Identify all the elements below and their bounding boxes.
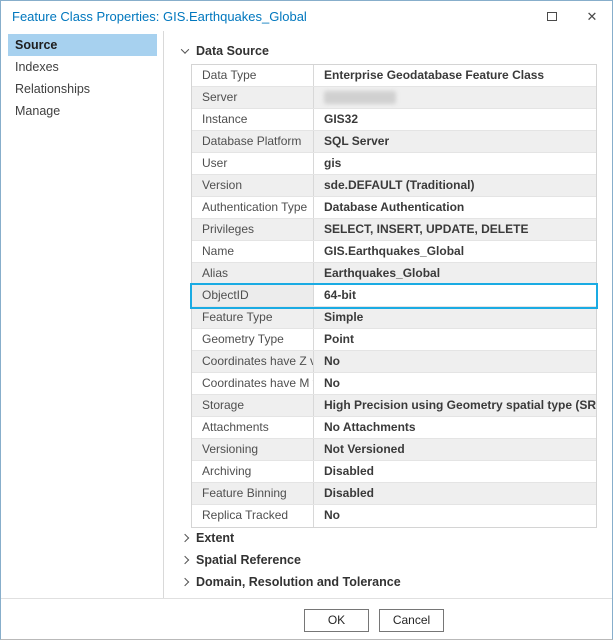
row-value: SELECT, INSERT, UPDATE, DELETE — [314, 219, 596, 240]
chevron-right-icon — [181, 556, 189, 564]
chevron-down-icon — [181, 45, 189, 53]
row-label: Versioning — [192, 439, 314, 460]
row-value: GIS32 — [314, 109, 596, 130]
row-label: Privileges — [192, 219, 314, 240]
row-value: Disabled — [314, 461, 596, 482]
row-label: Server — [192, 87, 314, 108]
row-value: GIS.Earthquakes_Global — [314, 241, 596, 262]
table-row[interactable]: Usergis — [192, 153, 596, 175]
ok-button[interactable]: OK — [304, 609, 369, 632]
row-label: Version — [192, 175, 314, 196]
close-button[interactable]: ✕ — [572, 1, 612, 31]
sidebar-item-relationships[interactable]: Relationships — [8, 78, 157, 100]
section-label: Spatial Reference — [196, 553, 301, 567]
dialog-title: Feature Class Properties: GIS.Earthquake… — [1, 9, 307, 24]
data-source-table: Data TypeEnterprise Geodatabase Feature … — [191, 64, 597, 528]
row-label: Alias — [192, 263, 314, 284]
close-icon: ✕ — [587, 10, 598, 23]
row-label: Database Platform — [192, 131, 314, 152]
row-value: Database Authentication — [314, 197, 596, 218]
row-value: No — [314, 373, 596, 394]
row-label: Coordinates have M value — [192, 373, 314, 394]
row-value: sde.DEFAULT (Traditional) — [314, 175, 596, 196]
table-row[interactable]: Geometry TypePoint — [192, 329, 596, 351]
row-label: ObjectID — [192, 285, 314, 306]
row-label: Attachments — [192, 417, 314, 438]
section-data-source[interactable]: Data Source — [182, 41, 269, 61]
table-row[interactable]: StorageHigh Precision using Geometry spa… — [192, 395, 596, 417]
row-value: High Precision using Geometry spatial ty… — [314, 395, 596, 416]
row-value: No — [314, 505, 596, 527]
table-row[interactable]: Database PlatformSQL Server — [192, 131, 596, 153]
row-label: Replica Tracked — [192, 505, 314, 527]
row-label: Coordinates have Z value — [192, 351, 314, 372]
row-value: Earthquakes_Global — [314, 263, 596, 284]
row-value: No — [314, 351, 596, 372]
redacted-value — [324, 91, 396, 104]
chevron-right-icon — [181, 534, 189, 542]
row-value: Simple — [314, 307, 596, 328]
row-label: Name — [192, 241, 314, 262]
row-value: gis — [314, 153, 596, 174]
row-value: No Attachments — [314, 417, 596, 438]
table-row[interactable]: Versionsde.DEFAULT (Traditional) — [192, 175, 596, 197]
table-row[interactable]: Feature BinningDisabled — [192, 483, 596, 505]
row-value: Not Versioned — [314, 439, 596, 460]
sidebar-item-source[interactable]: Source — [8, 34, 157, 56]
row-label: Storage — [192, 395, 314, 416]
table-row[interactable]: PrivilegesSELECT, INSERT, UPDATE, DELETE — [192, 219, 596, 241]
table-row[interactable]: NameGIS.Earthquakes_Global — [192, 241, 596, 263]
main-content: Data Source Data TypeEnterprise Geodatab… — [165, 31, 612, 598]
row-label: Feature Binning — [192, 483, 314, 504]
section-extent[interactable]: Extent — [182, 528, 234, 548]
row-value: 64-bit — [314, 285, 596, 306]
sidebar: SourceIndexesRelationshipsManage — [1, 31, 164, 598]
row-value — [314, 87, 596, 108]
row-label: Data Type — [192, 65, 314, 86]
table-row[interactable]: Server — [192, 87, 596, 109]
table-row[interactable]: ObjectID64-bit — [192, 285, 596, 307]
table-row[interactable]: Feature TypeSimple — [192, 307, 596, 329]
row-value: SQL Server — [314, 131, 596, 152]
table-row[interactable]: ArchivingDisabled — [192, 461, 596, 483]
footer: OK Cancel — [1, 598, 612, 639]
section-domain-resolution-and-tolerance[interactable]: Domain, Resolution and Tolerance — [182, 572, 401, 592]
table-row[interactable]: Replica TrackedNo — [192, 505, 596, 527]
row-value: Point — [314, 329, 596, 350]
row-label: Instance — [192, 109, 314, 130]
section-spatial-reference[interactable]: Spatial Reference — [182, 550, 301, 570]
table-row[interactable]: AttachmentsNo Attachments — [192, 417, 596, 439]
table-row[interactable]: Coordinates have Z valueNo — [192, 351, 596, 373]
window-controls: ✕ — [532, 1, 612, 31]
section-label: Domain, Resolution and Tolerance — [196, 575, 401, 589]
section-label: Extent — [196, 531, 234, 545]
chevron-right-icon — [181, 578, 189, 586]
table-row[interactable]: VersioningNot Versioned — [192, 439, 596, 461]
row-label: User — [192, 153, 314, 174]
maximize-icon — [547, 12, 557, 21]
row-value: Disabled — [314, 483, 596, 504]
row-value: Enterprise Geodatabase Feature Class — [314, 65, 596, 86]
section-label: Data Source — [196, 44, 269, 58]
maximize-button[interactable] — [532, 1, 572, 31]
table-row[interactable]: Data TypeEnterprise Geodatabase Feature … — [192, 65, 596, 87]
table-row[interactable]: Authentication TypeDatabase Authenticati… — [192, 197, 596, 219]
sidebar-item-indexes[interactable]: Indexes — [8, 56, 157, 78]
table-row[interactable]: InstanceGIS32 — [192, 109, 596, 131]
title-bar: Feature Class Properties: GIS.Earthquake… — [1, 1, 612, 31]
sidebar-item-manage[interactable]: Manage — [8, 100, 157, 122]
row-label: Authentication Type — [192, 197, 314, 218]
row-label: Archiving — [192, 461, 314, 482]
cancel-button[interactable]: Cancel — [379, 609, 444, 632]
row-label: Geometry Type — [192, 329, 314, 350]
table-row[interactable]: AliasEarthquakes_Global — [192, 263, 596, 285]
row-label: Feature Type — [192, 307, 314, 328]
table-row[interactable]: Coordinates have M valueNo — [192, 373, 596, 395]
feature-class-properties-dialog: Feature Class Properties: GIS.Earthquake… — [0, 0, 613, 640]
